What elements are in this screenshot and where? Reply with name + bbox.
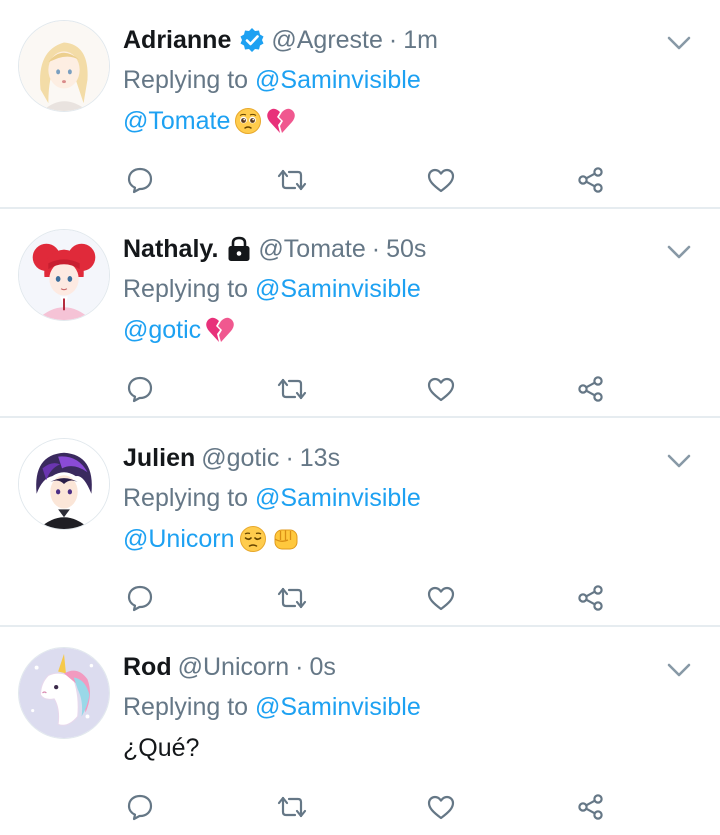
separator: ·	[285, 444, 294, 472]
replying-to: Replying to @Saminvisible	[123, 691, 421, 723]
tweet-feed: Adrianne @Agreste · 1m Replying to @Sami…	[0, 0, 720, 835]
tweet-text: @Tomate	[123, 105, 296, 137]
timestamp[interactable]: 13s	[300, 442, 340, 474]
like-icon[interactable]	[421, 787, 461, 827]
pensive-face-emoji	[239, 525, 267, 553]
timestamp[interactable]: 0s	[309, 651, 335, 683]
timestamp[interactable]: 1m	[403, 24, 438, 56]
tweet-actions	[0, 578, 720, 618]
user-handle[interactable]: @Tomate	[258, 233, 365, 265]
display-name[interactable]: Julien	[123, 442, 195, 474]
tweet[interactable]: Nathaly. @Tomate · 50s Replying to @Sami…	[0, 209, 720, 418]
like-icon[interactable]	[421, 160, 461, 200]
replying-prefix: Replying to	[123, 66, 249, 94]
avatar[interactable]	[18, 647, 110, 739]
tweet[interactable]: Adrianne @Agreste · 1m Replying to @Sami…	[0, 0, 720, 209]
tweet-actions	[0, 160, 720, 200]
mention-link[interactable]: @Tomate	[123, 105, 230, 137]
pleading-face-emoji	[234, 107, 262, 135]
retweet-icon[interactable]	[272, 160, 312, 200]
tweet-actions	[0, 787, 720, 827]
reply-icon[interactable]	[120, 787, 160, 827]
reply-icon[interactable]	[120, 578, 160, 618]
replying-to-link[interactable]: @Saminvisible	[255, 484, 421, 512]
like-icon[interactable]	[421, 578, 461, 618]
replying-prefix: Replying to	[123, 484, 249, 512]
display-name[interactable]: Rod	[123, 651, 172, 683]
user-handle[interactable]: @Agreste	[271, 24, 383, 56]
verified-icon	[239, 27, 265, 53]
replying-to: Replying to @Saminvisible	[123, 64, 421, 96]
display-name[interactable]: Adrianne	[123, 24, 231, 56]
share-icon[interactable]	[571, 787, 611, 827]
tweet-text: @gotic	[123, 314, 235, 346]
replying-to-link[interactable]: @Saminvisible	[255, 693, 421, 721]
user-handle[interactable]: @Unicorn	[178, 651, 290, 683]
mention-link[interactable]: @Unicorn	[123, 523, 235, 555]
avatar[interactable]	[18, 20, 110, 112]
chevron-down-icon[interactable]	[666, 448, 692, 474]
separator: ·	[388, 26, 398, 54]
chevron-down-icon[interactable]	[666, 657, 692, 683]
share-icon[interactable]	[571, 160, 611, 200]
chevron-down-icon[interactable]	[666, 239, 692, 265]
tweet-text: @Unicorn	[123, 523, 301, 555]
retweet-icon[interactable]	[272, 369, 312, 409]
tweet[interactable]: Rod @Unicorn · 0s Replying to @Saminvisi…	[0, 627, 720, 835]
like-icon[interactable]	[421, 369, 461, 409]
retweet-icon[interactable]	[272, 787, 312, 827]
avatar[interactable]	[18, 229, 110, 321]
replying-to-link[interactable]: @Saminvisible	[255, 275, 421, 303]
lock-icon	[226, 235, 252, 263]
replying-to: Replying to @Saminvisible	[123, 273, 421, 305]
reply-icon[interactable]	[120, 160, 160, 200]
timestamp[interactable]: 50s	[386, 233, 426, 265]
tweet[interactable]: Julien @gotic · 13s Replying to @Saminvi…	[0, 418, 720, 627]
fist-emoji	[271, 525, 301, 553]
tweet-actions	[0, 369, 720, 409]
replying-prefix: Replying to	[123, 275, 249, 303]
retweet-icon[interactable]	[272, 578, 312, 618]
avatar[interactable]	[18, 438, 110, 530]
replying-to-link[interactable]: @Saminvisible	[255, 66, 421, 94]
share-icon[interactable]	[571, 369, 611, 409]
user-handle[interactable]: @gotic	[201, 442, 279, 474]
separator: ·	[295, 653, 304, 681]
broken-heart-emoji	[205, 316, 235, 344]
display-name[interactable]: Nathaly.	[123, 233, 218, 265]
tweet-text: ¿Qué?	[123, 732, 199, 764]
chevron-down-icon[interactable]	[666, 30, 692, 56]
separator: ·	[371, 235, 381, 263]
reply-icon[interactable]	[120, 369, 160, 409]
replying-prefix: Replying to	[123, 693, 249, 721]
tweet-body-text: ¿Qué?	[123, 734, 200, 762]
broken-heart-emoji	[266, 107, 296, 135]
mention-link[interactable]: @gotic	[123, 314, 201, 346]
share-icon[interactable]	[571, 578, 611, 618]
replying-to: Replying to @Saminvisible	[123, 482, 421, 514]
